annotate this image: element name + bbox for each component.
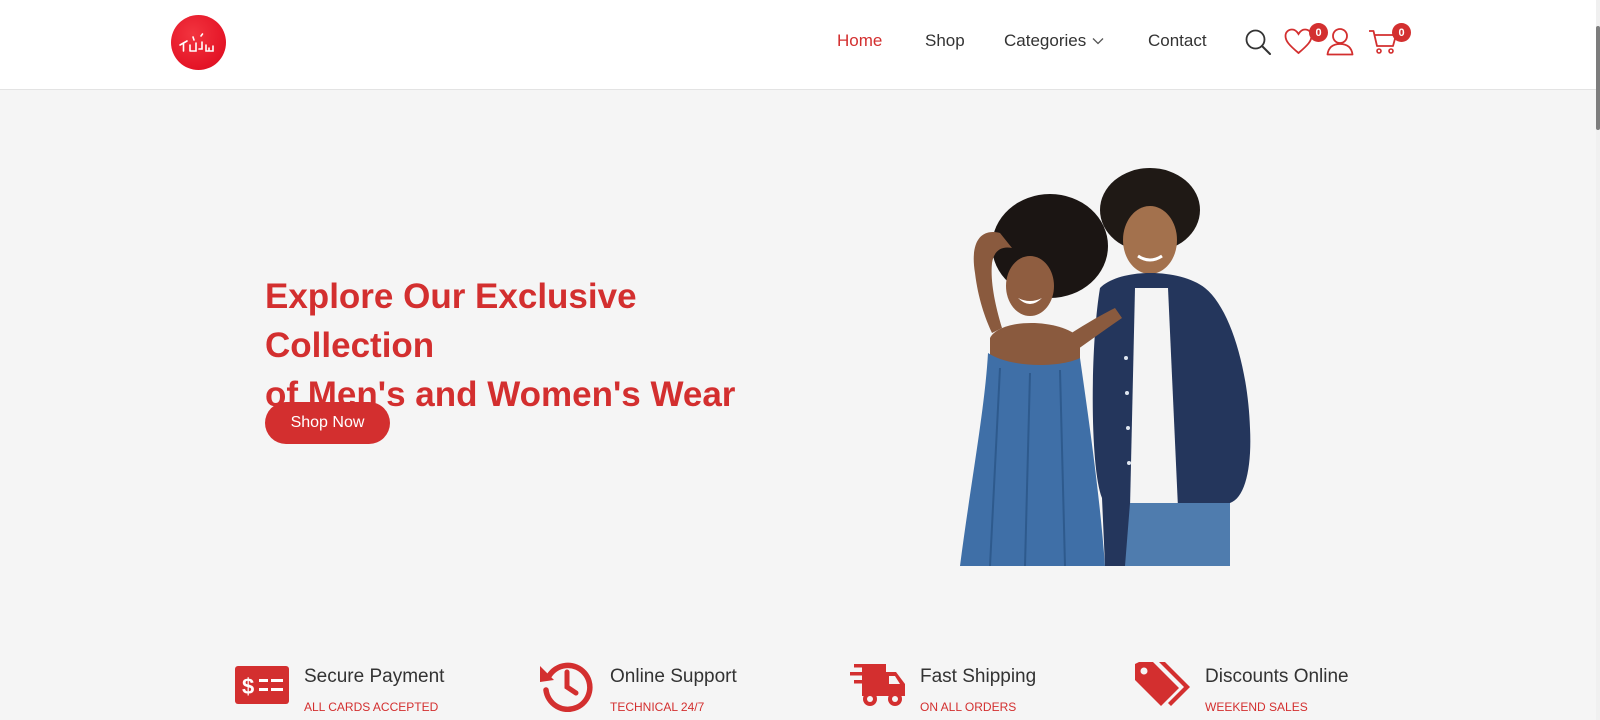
- feature-title: Discounts Online: [1205, 666, 1349, 687]
- site-header: Home Shop Categories Contact 0 0: [0, 0, 1596, 90]
- hero-models-image: [960, 168, 1251, 566]
- nav-shop-link[interactable]: Shop: [925, 31, 965, 51]
- feature-discounts-online: Discounts Online WEEKEND SALES: [1135, 658, 1385, 720]
- hero-title-line1: Explore Our Exclusive Collection: [265, 277, 637, 365]
- feature-subtitle: TECHNICAL 24/7: [610, 700, 705, 714]
- scrollbar-thumb[interactable]: [1596, 26, 1600, 130]
- search-icon[interactable]: [1244, 28, 1272, 56]
- cart-count-badge: 0: [1392, 23, 1411, 42]
- logo-mark-icon: [179, 33, 214, 52]
- feature-online-support: Online Support TECHNICAL 24/7: [540, 658, 780, 720]
- feature-title: Fast Shipping: [920, 666, 1037, 687]
- shipping-truck-icon: [850, 664, 905, 706]
- payment-card-icon: $: [235, 666, 289, 704]
- hero-title: Explore Our Exclusive Collection of Men'…: [265, 272, 785, 419]
- page-scrollbar[interactable]: [1596, 0, 1600, 720]
- feature-subtitle: ON ALL ORDERS: [920, 700, 1017, 714]
- feature-secure-payment: $ Secure Payment ALL CARDS ACCEPTED: [235, 658, 475, 720]
- nav-categories-label: Categories: [1004, 31, 1087, 50]
- nav-categories-dropdown[interactable]: Categories: [1004, 31, 1104, 51]
- site-logo[interactable]: [171, 15, 226, 70]
- history-clock-icon: [540, 662, 593, 712]
- user-icon[interactable]: [1326, 27, 1354, 56]
- feature-title: Online Support: [610, 666, 737, 687]
- shop-now-button[interactable]: Shop Now: [265, 402, 390, 444]
- feature-fast-shipping: Fast Shipping ON ALL ORDERS: [850, 658, 1090, 720]
- feature-title: Secure Payment: [304, 666, 445, 687]
- price-tags-icon: [1135, 662, 1190, 706]
- chevron-down-icon: [1092, 38, 1104, 45]
- feature-subtitle: WEEKEND SALES: [1205, 700, 1308, 714]
- nav-home-link[interactable]: Home: [837, 31, 882, 51]
- svg-text:$: $: [242, 674, 254, 699]
- feature-subtitle: ALL CARDS ACCEPTED: [304, 700, 439, 714]
- nav-contact-link[interactable]: Contact: [1148, 31, 1207, 51]
